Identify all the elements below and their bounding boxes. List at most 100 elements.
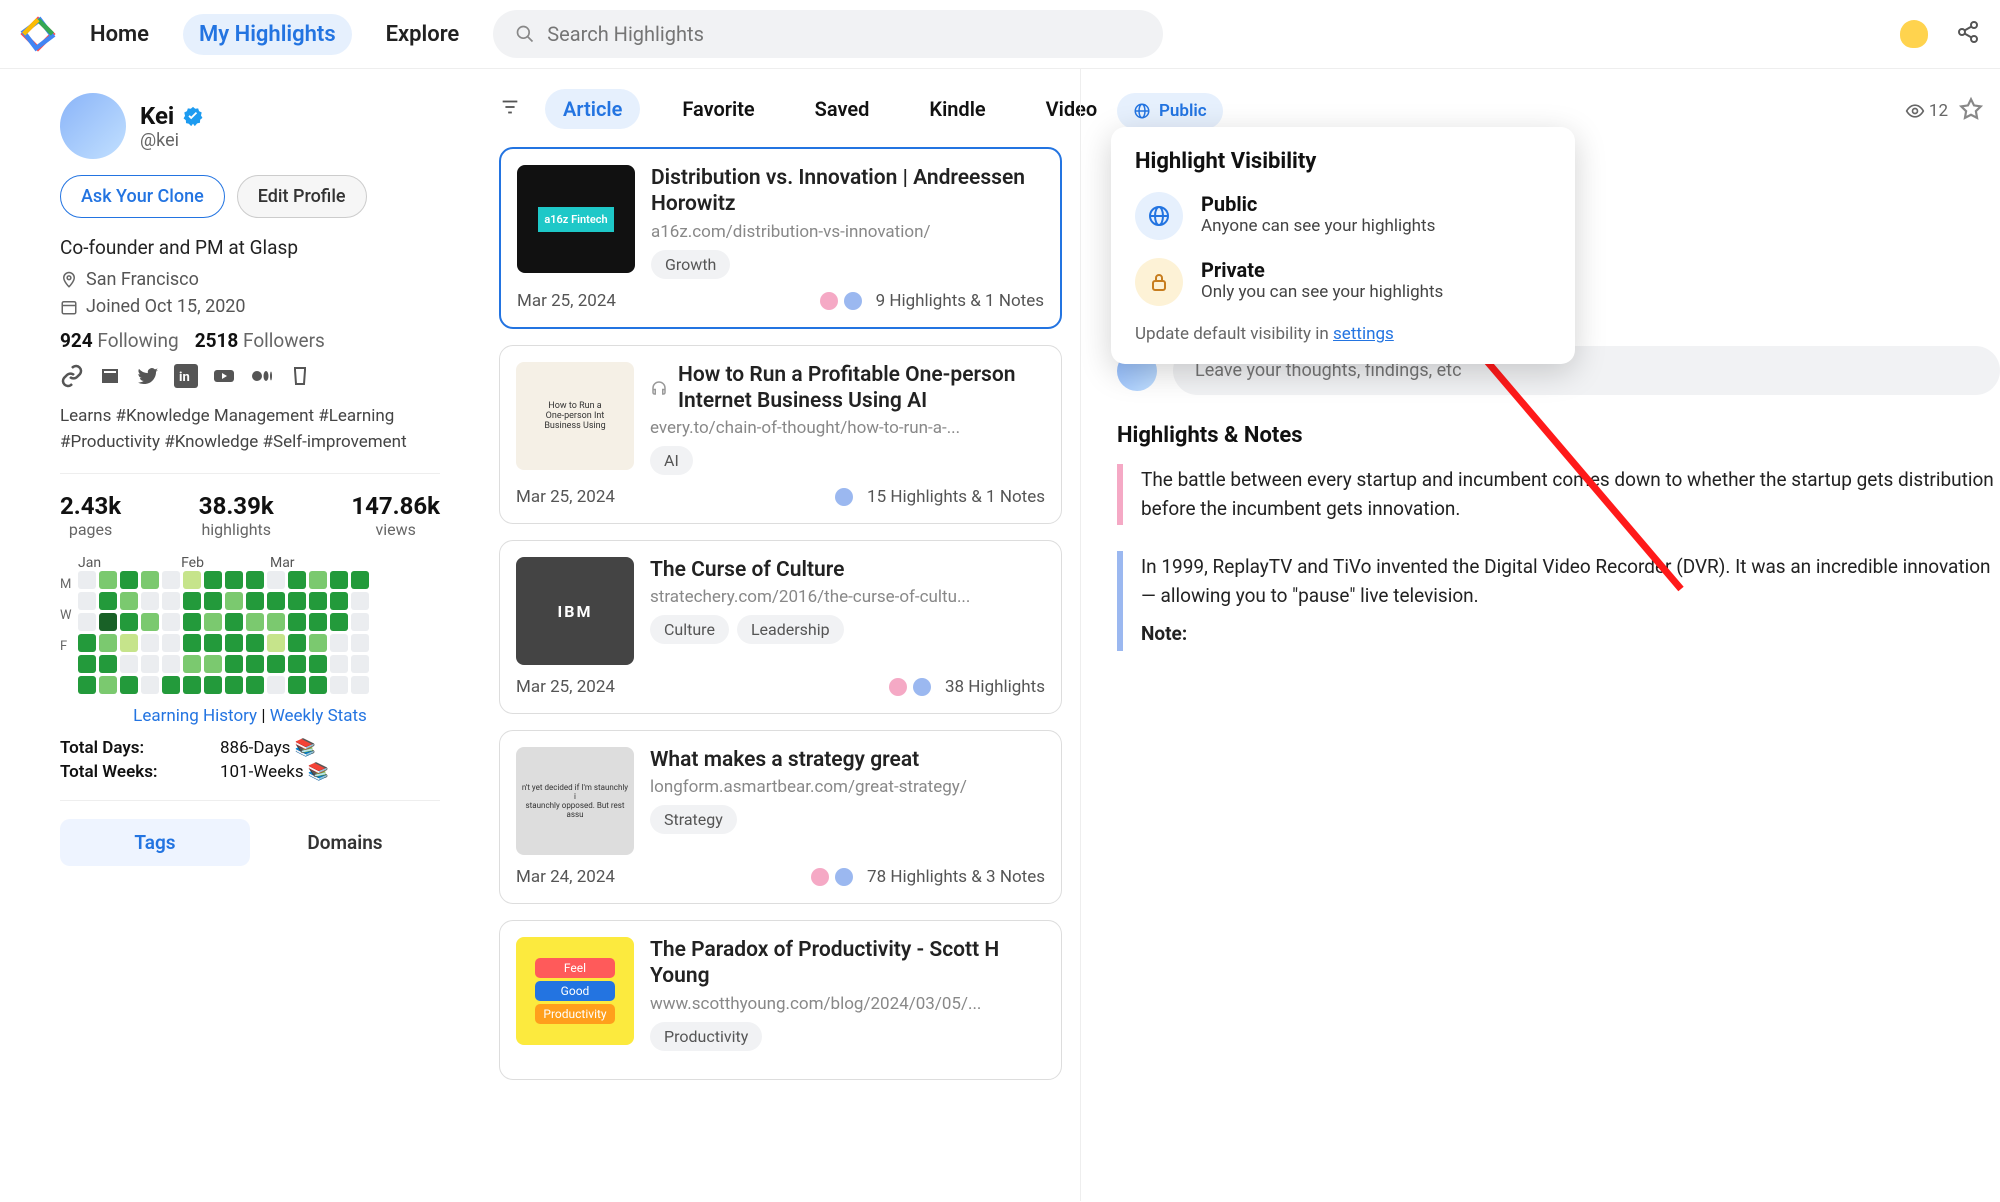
linkedin-icon[interactable]: in: [174, 364, 198, 388]
heatmap-cell[interactable]: [246, 676, 264, 694]
tag-chip[interactable]: Culture: [650, 615, 729, 644]
heatmap-cell[interactable]: [183, 592, 201, 610]
heatmap-cell[interactable]: [120, 613, 138, 631]
heatmap-cell[interactable]: [288, 592, 306, 610]
ask-clone-button[interactable]: Ask Your Clone: [60, 175, 225, 218]
nav-my-highlights[interactable]: My Highlights: [183, 14, 352, 55]
heatmap-cell[interactable]: [120, 634, 138, 652]
heatmap-cell[interactable]: [99, 676, 117, 694]
following-stat[interactable]: 924 Following: [60, 329, 179, 352]
heatmap-cell[interactable]: [351, 655, 369, 673]
heatmap-cell[interactable]: [183, 613, 201, 631]
heatmap-cell[interactable]: [267, 676, 285, 694]
tag-chip[interactable]: AI: [650, 446, 693, 475]
tag-chip[interactable]: Productivity: [650, 1022, 762, 1051]
heatmap-cell[interactable]: [183, 634, 201, 652]
heatmap-cell[interactable]: [99, 634, 117, 652]
heatmap-cell[interactable]: [246, 592, 264, 610]
heatmap-cell[interactable]: [330, 655, 348, 673]
filter-icon[interactable]: [499, 96, 521, 123]
followers-stat[interactable]: 2518 Followers: [195, 329, 325, 352]
heatmap-cell[interactable]: [78, 613, 96, 631]
heatmap-cell[interactable]: [267, 634, 285, 652]
highlight-block[interactable]: The battle between every startup and inc…: [1117, 464, 2000, 525]
search-input[interactable]: [547, 22, 1141, 46]
heatmap-cell[interactable]: [351, 571, 369, 589]
edit-profile-button[interactable]: Edit Profile: [237, 175, 367, 218]
heatmap-cell[interactable]: [162, 571, 180, 589]
heatmap-cell[interactable]: [99, 571, 117, 589]
heatmap-cell[interactable]: [204, 676, 222, 694]
heatmap-cell[interactable]: [309, 634, 327, 652]
heatmap-cell[interactable]: [162, 634, 180, 652]
heatmap-cell[interactable]: [246, 613, 264, 631]
heatmap-cell[interactable]: [204, 634, 222, 652]
heatmap-cell[interactable]: [330, 571, 348, 589]
duck-icon[interactable]: [1900, 20, 1928, 48]
heatmap-cell[interactable]: [246, 655, 264, 673]
heatmap-cell[interactable]: [225, 634, 243, 652]
heatmap-cell[interactable]: [99, 655, 117, 673]
heatmap-cell[interactable]: [288, 676, 306, 694]
heatmap-cell[interactable]: [246, 571, 264, 589]
heatmap-cell[interactable]: [204, 613, 222, 631]
nav-home[interactable]: Home: [74, 14, 165, 55]
tag-chip[interactable]: Leadership: [737, 615, 844, 644]
heatmap-cell[interactable]: [162, 613, 180, 631]
heatmap-cell[interactable]: [225, 613, 243, 631]
heatmap-cell[interactable]: [225, 655, 243, 673]
highlight-card[interactable]: FeelGoodProductivity The Paradox of Prod…: [499, 920, 1062, 1080]
learning-history-link[interactable]: Learning History: [133, 706, 257, 726]
medium-icon[interactable]: [250, 364, 274, 388]
heatmap-cell[interactable]: [330, 592, 348, 610]
heatmap-cell[interactable]: [330, 676, 348, 694]
heatmap-cell[interactable]: [78, 634, 96, 652]
heatmap-cell[interactable]: [225, 676, 243, 694]
search-bar[interactable]: [493, 10, 1163, 58]
heatmap-cell[interactable]: [330, 634, 348, 652]
highlight-card[interactable]: IBM The Curse of Culture stratechery.com…: [499, 540, 1062, 714]
heatmap-cell[interactable]: [162, 655, 180, 673]
heatmap-cell[interactable]: [288, 613, 306, 631]
filter-kindle[interactable]: Kindle: [911, 89, 1003, 129]
heatmap-cell[interactable]: [309, 613, 327, 631]
heatmap-cell[interactable]: [204, 571, 222, 589]
heatmap-cell[interactable]: [288, 571, 306, 589]
heatmap-cell[interactable]: [330, 613, 348, 631]
heatmap-cell[interactable]: [183, 676, 201, 694]
heatmap-cell[interactable]: [141, 613, 159, 631]
heatmap-cell[interactable]: [162, 676, 180, 694]
tab-tags[interactable]: Tags: [60, 819, 250, 866]
heatmap-cell[interactable]: [204, 592, 222, 610]
heatmap-cell[interactable]: [351, 634, 369, 652]
settings-link[interactable]: settings: [1333, 324, 1394, 344]
visibility-option-private[interactable]: PrivateOnly you can see your highlights: [1135, 258, 1551, 306]
heatmap-cell[interactable]: [141, 592, 159, 610]
heatmap-cell[interactable]: [120, 571, 138, 589]
visibility-option-public[interactable]: PublicAnyone can see your highlights: [1135, 192, 1551, 240]
tag-chip[interactable]: Growth: [651, 250, 730, 279]
heatmap-cell[interactable]: [183, 655, 201, 673]
twitter-icon[interactable]: [136, 364, 160, 388]
filter-saved[interactable]: Saved: [797, 89, 888, 129]
heatmap-cell[interactable]: [351, 592, 369, 610]
heatmap-cell[interactable]: [225, 571, 243, 589]
nav-explore[interactable]: Explore: [370, 14, 476, 55]
heatmap-cell[interactable]: [309, 592, 327, 610]
heatmap-cell[interactable]: [309, 676, 327, 694]
highlight-card[interactable]: How to Run aOne-person IntBusiness Using…: [499, 345, 1062, 525]
heatmap-cell[interactable]: [78, 655, 96, 673]
heatmap-cell[interactable]: [78, 571, 96, 589]
heatmap-cell[interactable]: [351, 613, 369, 631]
heatmap-cell[interactable]: [120, 592, 138, 610]
heatmap-cell[interactable]: [351, 676, 369, 694]
heatmap-cell[interactable]: [246, 634, 264, 652]
tab-domains[interactable]: Domains: [250, 819, 440, 866]
heatmap-cell[interactable]: [162, 592, 180, 610]
heatmap-cell[interactable]: [267, 592, 285, 610]
link-icon[interactable]: [60, 364, 84, 388]
tag-chip[interactable]: Strategy: [650, 805, 737, 834]
heatmap-cell[interactable]: [225, 592, 243, 610]
cup-icon[interactable]: [288, 364, 312, 388]
avatar[interactable]: [60, 93, 126, 159]
